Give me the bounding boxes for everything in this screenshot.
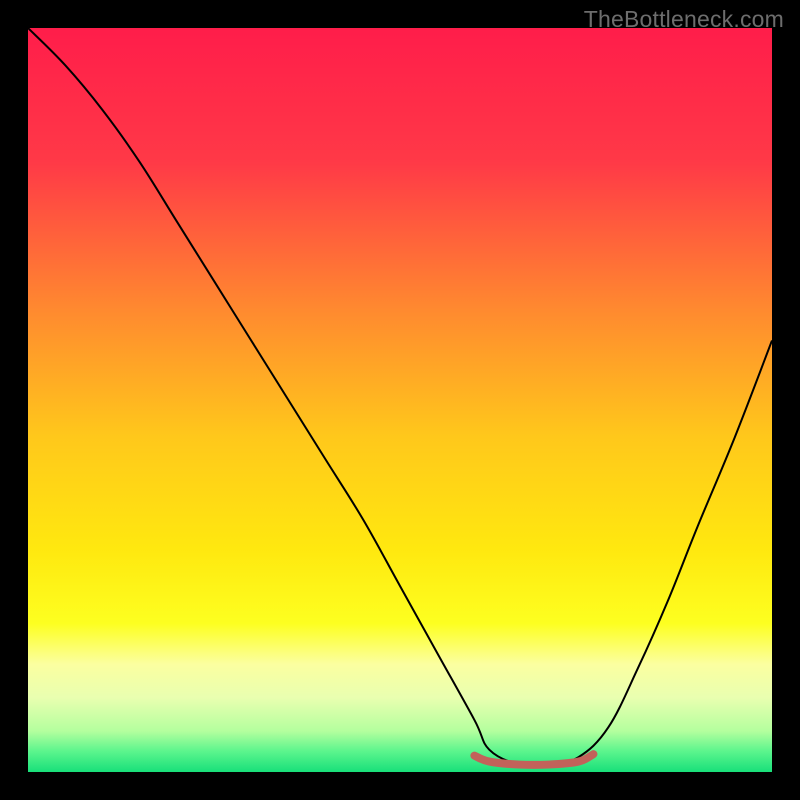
background-gradient <box>28 28 772 772</box>
watermark-text: TheBottleneck.com <box>584 6 784 33</box>
plot-area <box>28 28 772 772</box>
chart-frame: TheBottleneck.com <box>0 0 800 800</box>
